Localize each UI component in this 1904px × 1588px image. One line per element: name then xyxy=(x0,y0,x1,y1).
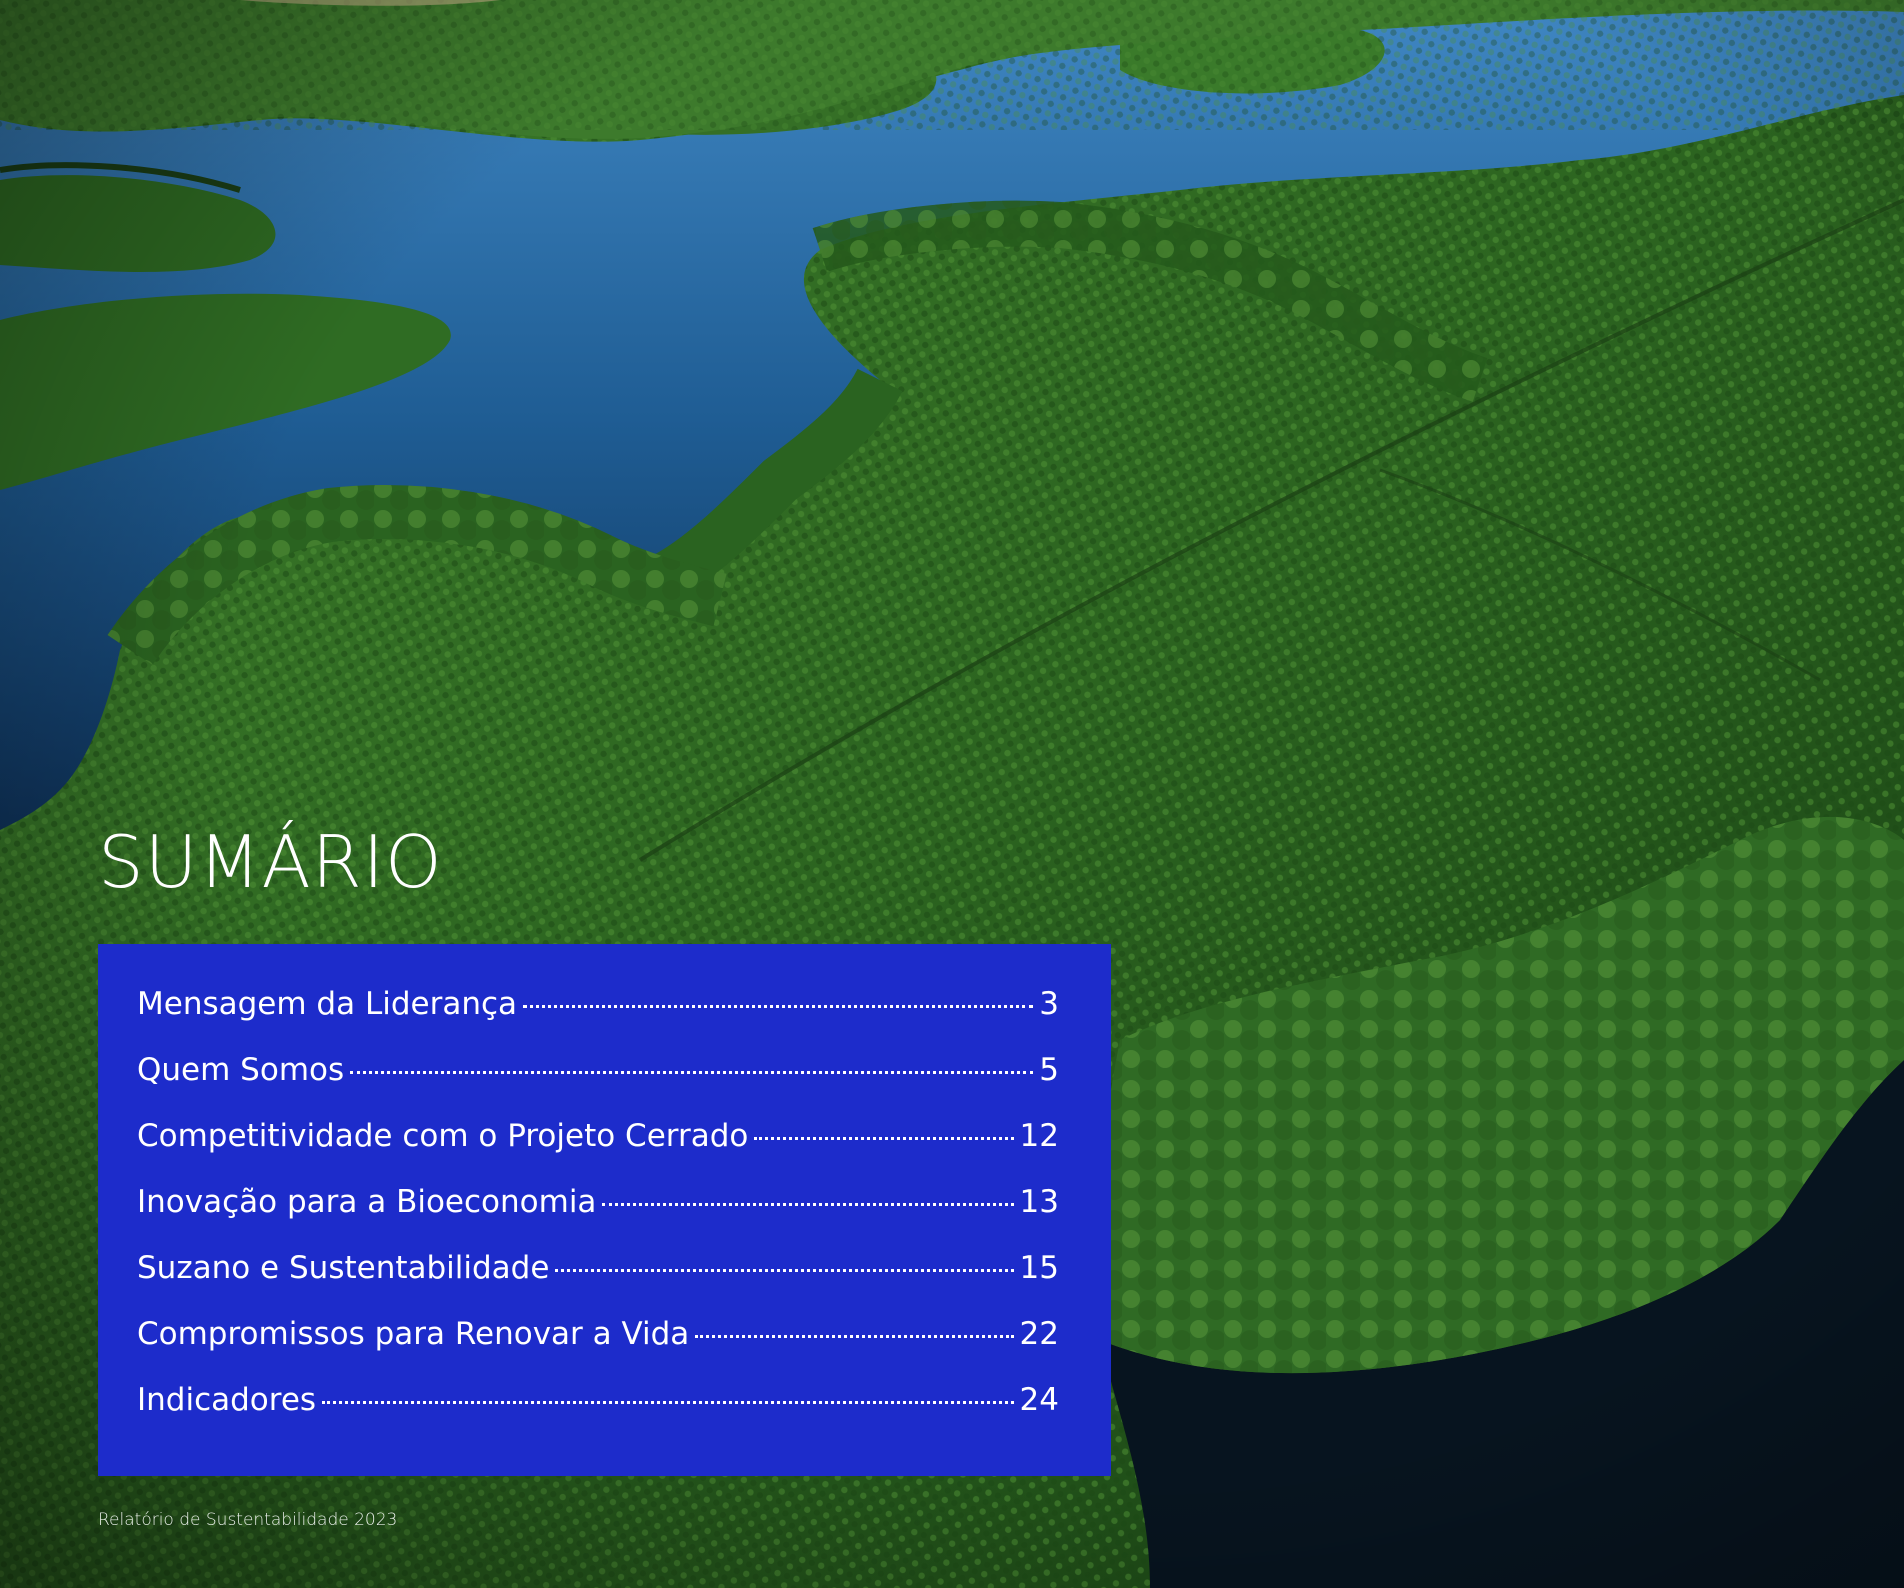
dot-leader xyxy=(555,1269,1014,1272)
table-of-contents: Mensagem da Liderança 3 Quem Somos 5 Com… xyxy=(98,944,1111,1476)
toc-link[interactable]: Indicadores 24 xyxy=(137,1382,1059,1448)
toc-item-inovacao: Inovação para a Bioeconomia 13 xyxy=(137,1184,1059,1250)
toc-item-suzano-sustentabilidade: Suzano e Sustentabilidade 15 xyxy=(137,1250,1059,1316)
toc-item-page: 12 xyxy=(1019,1118,1059,1154)
toc-item-indicadores: Indicadores 24 xyxy=(137,1382,1059,1448)
dot-leader xyxy=(754,1137,1014,1140)
toc-item-competitividade: Competitividade com o Projeto Cerrado 12 xyxy=(137,1118,1059,1184)
toc-link[interactable]: Inovação para a Bioeconomia 13 xyxy=(137,1184,1059,1250)
toc-item-label: Suzano e Sustentabilidade xyxy=(137,1250,550,1286)
dot-leader xyxy=(523,1005,1034,1008)
dot-leader xyxy=(350,1071,1034,1074)
toc-item-page: 24 xyxy=(1019,1382,1059,1418)
toc-item-page: 3 xyxy=(1039,986,1059,1022)
toc-item-page: 15 xyxy=(1019,1250,1059,1286)
dot-leader xyxy=(695,1335,1014,1338)
toc-item-label: Competitividade com o Projeto Cerrado xyxy=(137,1118,749,1154)
toc-link[interactable]: Quem Somos 5 xyxy=(137,1052,1059,1118)
toc-item-label: Quem Somos xyxy=(137,1052,345,1088)
toc-item-page: 22 xyxy=(1019,1316,1059,1352)
toc-item-compromissos: Compromissos para Renovar a Vida 22 xyxy=(137,1316,1059,1382)
toc-item-page: 13 xyxy=(1019,1184,1059,1220)
toc-item-label: Compromissos para Renovar a Vida xyxy=(137,1316,690,1352)
toc-link[interactable]: Mensagem da Liderança 3 xyxy=(137,986,1059,1052)
toc-link[interactable]: Suzano e Sustentabilidade 15 xyxy=(137,1250,1059,1316)
toc-item-mensagem-da-lideranca: Mensagem da Liderança 3 xyxy=(137,986,1059,1052)
toc-item-page: 5 xyxy=(1039,1052,1059,1088)
page-title: SUMÁRIO xyxy=(98,820,443,904)
toc-item-label: Indicadores xyxy=(137,1382,317,1418)
toc-link[interactable]: Competitividade com o Projeto Cerrado 12 xyxy=(137,1118,1059,1184)
toc-item-quem-somos: Quem Somos 5 xyxy=(137,1052,1059,1118)
toc-item-label: Mensagem da Liderança xyxy=(137,986,518,1022)
toc-list: Mensagem da Liderança 3 Quem Somos 5 Com… xyxy=(137,986,1059,1448)
toc-link[interactable]: Compromissos para Renovar a Vida 22 xyxy=(137,1316,1059,1382)
dot-leader xyxy=(602,1203,1014,1206)
toc-item-label: Inovação para a Bioeconomia xyxy=(137,1184,597,1220)
report-footer: Relatório de Sustentabilidade 2023 xyxy=(98,1510,398,1530)
dot-leader xyxy=(322,1401,1014,1404)
